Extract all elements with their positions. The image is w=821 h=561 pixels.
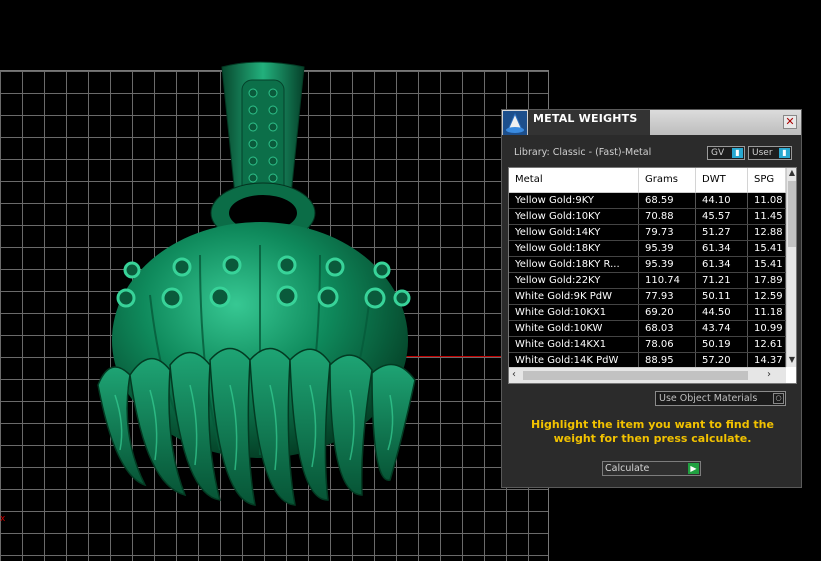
- cell-spg: 17.89: [748, 273, 786, 288]
- cell-dwt: 44.10: [696, 193, 748, 208]
- cell-spg: 15.41: [748, 241, 786, 256]
- material-source-dropdown[interactable]: Use Object Materials ○: [655, 391, 786, 406]
- cell-dwt: 71.21: [696, 273, 748, 288]
- scroll-right-icon[interactable]: ›: [767, 369, 771, 380]
- axis-x-label: x: [0, 514, 6, 524]
- cell-grams: 110.74: [639, 273, 696, 288]
- gv-toggle-label: GV: [711, 148, 725, 158]
- table-row[interactable]: White Gold:14KX1 78.06 50.19 12.61: [509, 337, 786, 353]
- cell-dwt: 57.20: [696, 353, 748, 368]
- cell-spg: 15.41: [748, 257, 786, 272]
- cell-dwt: 43.74: [696, 321, 748, 336]
- cell-dwt: 61.34: [696, 241, 748, 256]
- cell-grams: 79.73: [639, 225, 696, 240]
- cell-grams: 70.88: [639, 209, 696, 224]
- column-header-dwt[interactable]: DWT: [696, 168, 748, 192]
- column-header-spg[interactable]: SPG: [748, 168, 786, 192]
- panel-title: METAL WEIGHTS: [533, 112, 638, 125]
- cell-metal: Yellow Gold:18KY: [509, 241, 639, 256]
- cell-metal: Yellow Gold:10KY: [509, 209, 639, 224]
- table-header: Metal Grams DWT SPG: [509, 168, 786, 193]
- table-body: Yellow Gold:9KY 68.59 44.10 11.08 Yellow Gol…: [509, 193, 786, 369]
- calculate-button[interactable]: Calculate ▶: [602, 461, 701, 476]
- library-label: Library: Classic - (Fast)-Metal: [514, 147, 652, 158]
- gv-toggle[interactable]: GV ▮: [707, 146, 745, 160]
- cell-grams: 78.06: [639, 337, 696, 352]
- play-arrow-icon: ▶: [688, 463, 699, 474]
- cell-dwt: 50.19: [696, 337, 748, 352]
- vertical-scroll-thumb[interactable]: [788, 181, 796, 247]
- table-row[interactable]: Yellow Gold:18KY R... 95.39 61.34 15.41: [509, 257, 786, 273]
- instruction-text: Highlight the item you want to find the …: [531, 418, 774, 445]
- table-row[interactable]: Yellow Gold:14KY 79.73 51.27 12.88: [509, 225, 786, 241]
- cell-spg: 14.37: [748, 353, 786, 368]
- cell-grams: 68.03: [639, 321, 696, 336]
- cell-spg: 12.88: [748, 225, 786, 240]
- material-source-value: Use Object Materials: [659, 393, 758, 404]
- cell-grams: 95.39: [639, 257, 696, 272]
- cell-metal: Yellow Gold:18KY R...: [509, 257, 639, 272]
- cell-spg: 12.59: [748, 289, 786, 304]
- cell-spg: 11.08: [748, 193, 786, 208]
- metal-weights-panel: METAL WEIGHTS ✕ Library: Classic - (Fast…: [501, 109, 802, 488]
- column-header-grams[interactable]: Grams: [639, 168, 696, 192]
- cell-grams: 95.39: [639, 241, 696, 256]
- cell-metal: Yellow Gold:14KY: [509, 225, 639, 240]
- toggle-icon: ▮: [779, 148, 790, 158]
- scroll-up-icon[interactable]: ▲: [787, 168, 796, 180]
- cell-metal: White Gold:9K PdW: [509, 289, 639, 304]
- table-row[interactable]: White Gold:10KW 68.03 43.74 10.99: [509, 321, 786, 337]
- table-row[interactable]: Yellow Gold:10KY 70.88 45.57 11.45: [509, 209, 786, 225]
- table-row[interactable]: Yellow Gold:22KY 110.74 71.21 17.89: [509, 273, 786, 289]
- cell-grams: 68.59: [639, 193, 696, 208]
- cell-metal: White Gold:14K PdW: [509, 353, 639, 368]
- cell-dwt: 44.50: [696, 305, 748, 320]
- user-toggle[interactable]: User ▮: [748, 146, 792, 160]
- wizard-hat-icon: [503, 111, 527, 135]
- table-row[interactable]: Yellow Gold:9KY 68.59 44.10 11.08: [509, 193, 786, 209]
- cell-metal: Yellow Gold:22KY: [509, 273, 639, 288]
- column-header-metal[interactable]: Metal: [509, 168, 639, 192]
- calculate-label: Calculate: [605, 463, 650, 474]
- user-toggle-label: User: [752, 148, 773, 158]
- scroll-down-icon[interactable]: ▼: [787, 355, 796, 367]
- cell-metal: White Gold:10KW: [509, 321, 639, 336]
- vertical-scrollbar[interactable]: ▲ ▼: [786, 168, 796, 367]
- table-row[interactable]: White Gold:9K PdW 77.93 50.11 12.59: [509, 289, 786, 305]
- toggle-icon: ▮: [732, 148, 743, 158]
- cell-spg: 10.99: [748, 321, 786, 336]
- cell-dwt: 45.57: [696, 209, 748, 224]
- cell-metal: White Gold:14KX1: [509, 337, 639, 352]
- cell-metal: Yellow Gold:9KY: [509, 193, 639, 208]
- metal-table[interactable]: Metal Grams DWT SPG Yellow Gold:9KY 68.59…: [508, 167, 797, 384]
- cell-spg: 11.45: [748, 209, 786, 224]
- cell-grams: 88.95: [639, 353, 696, 368]
- pendant-model[interactable]: [90, 55, 430, 510]
- scroll-left-icon[interactable]: ‹: [512, 369, 516, 380]
- horizontal-scroll-thumb[interactable]: [523, 371, 748, 380]
- cell-metal: White Gold:10KX1: [509, 305, 639, 320]
- cell-spg: 12.61: [748, 337, 786, 352]
- table-row[interactable]: White Gold:10KX1 69.20 44.50 11.18: [509, 305, 786, 321]
- panel-titlebar[interactable]: METAL WEIGHTS ✕: [502, 110, 801, 135]
- cell-dwt: 50.11: [696, 289, 748, 304]
- close-icon[interactable]: ✕: [783, 115, 797, 129]
- cell-dwt: 51.27: [696, 225, 748, 240]
- cell-dwt: 61.34: [696, 257, 748, 272]
- cell-grams: 69.20: [639, 305, 696, 320]
- horizontal-scrollbar[interactable]: ‹ ›: [509, 367, 786, 383]
- table-row[interactable]: Yellow Gold:18KY 95.39 61.34 15.41: [509, 241, 786, 257]
- cell-spg: 11.18: [748, 305, 786, 320]
- cell-grams: 77.93: [639, 289, 696, 304]
- chevron-down-icon: ○: [773, 393, 784, 404]
